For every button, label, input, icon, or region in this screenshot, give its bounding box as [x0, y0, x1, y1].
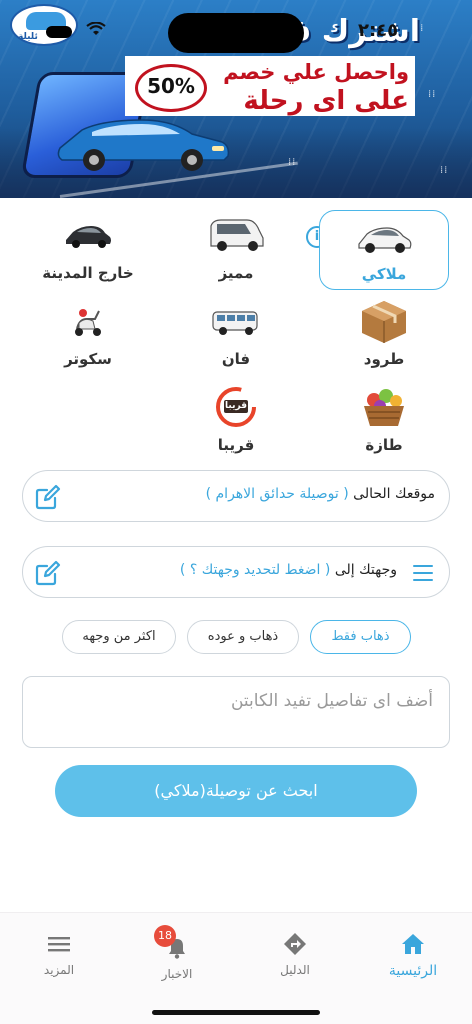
- edit-icon[interactable]: [35, 560, 61, 586]
- service-label: طازة: [365, 436, 403, 454]
- service-label: قريبا: [217, 436, 255, 454]
- promo-line-1: واحصل علي خصم: [223, 60, 409, 84]
- service-label: سكوتر: [64, 350, 112, 368]
- status-time: ٢:٤٥: [358, 20, 399, 41]
- destination-text: وجهتك إلى ( اضغط لتحديد وجهتك ؟ ): [180, 562, 397, 578]
- service-label: طرود: [363, 350, 405, 368]
- service-van[interactable]: فان: [170, 298, 302, 378]
- service-label: مميز: [218, 264, 254, 282]
- nav-label: الرئيسية: [388, 963, 438, 979]
- current-location-field[interactable]: موقعك الحالى ( توصيلة حدائق الاهرام ): [22, 470, 450, 522]
- service-label: ملاكي: [361, 265, 407, 283]
- bottom-navigation: الرئيسية الدليل الاخبار المزيد: [0, 912, 472, 1024]
- destination-field[interactable]: وجهتك إلى ( اضغط لتحديد وجهتك ؟ ): [22, 546, 450, 598]
- trip-type-round-trip[interactable]: ذهاب و عوده: [187, 620, 299, 654]
- logo-text: ئليلة: [18, 32, 38, 42]
- trip-type-multi-stop[interactable]: اكثر من وجهه: [62, 620, 176, 654]
- current-location-value: ( توصيلة حدائق الاهرام ): [205, 486, 349, 502]
- service-label: فان: [221, 350, 251, 368]
- decor-dots: ⁞⁞: [428, 89, 437, 100]
- decor-dots: ⁞⁞: [288, 157, 297, 168]
- menu-icon: [48, 937, 70, 952]
- vegetable-basket-icon: [364, 389, 404, 426]
- sedan-car-icon: [358, 227, 412, 253]
- news-count-badge: 18: [154, 925, 176, 947]
- promo-line-2: على اى رحلة: [243, 86, 409, 116]
- home-icon: [402, 934, 424, 954]
- parcel-box-icon: [362, 301, 406, 343]
- minibus-icon: [212, 311, 258, 335]
- nav-label: الدليل: [280, 963, 310, 977]
- nav-label: الاخبار: [161, 967, 193, 981]
- service-parcels[interactable]: طرود: [318, 298, 450, 378]
- coming-soon-icon-text: قريبا: [225, 400, 247, 411]
- directions-icon: [284, 933, 306, 955]
- service-coming-soon[interactable]: قريبا قريبا: [170, 384, 302, 464]
- blue-car-illustration: [57, 119, 230, 171]
- promo-banner[interactable]: ⁞⁞ ⁞⁞ ⁞⁞ ⁞⁞ اشترك ف... يلة ٢:٤٥ ئليلة 50…: [0, 0, 472, 198]
- nav-label: المزيد: [43, 963, 75, 977]
- service-private-car[interactable]: ملاكي: [319, 210, 449, 290]
- nav-home[interactable]: الرئيسية: [368, 931, 458, 979]
- service-label: خارج المدينة: [42, 264, 134, 282]
- menu-icon[interactable]: [413, 565, 433, 586]
- nav-guide[interactable]: الدليل: [250, 931, 340, 977]
- van-car-icon: [210, 219, 264, 251]
- trip-type-one-way[interactable]: ذهاب فقط: [310, 620, 411, 654]
- edit-icon[interactable]: [35, 484, 61, 510]
- current-location-label: موقعك الحالى: [353, 486, 435, 502]
- app-logo: ئليلة: [10, 4, 78, 46]
- scooter-icon: [75, 309, 101, 336]
- service-scooter[interactable]: سكوتر: [22, 298, 154, 378]
- nav-news[interactable]: الاخبار: [132, 935, 222, 981]
- service-premium[interactable]: مميز: [170, 212, 302, 292]
- destination-value: ( اضغط لتحديد وجهتك ؟ ): [179, 562, 331, 578]
- camera-notch: [168, 13, 304, 53]
- captain-notes-input[interactable]: [22, 676, 450, 748]
- discount-percent: 50%: [147, 74, 195, 98]
- wifi-icon: [86, 22, 106, 35]
- service-out-of-city[interactable]: خارج المدينة: [22, 212, 154, 292]
- home-indicator[interactable]: [152, 1010, 320, 1015]
- service-fresh[interactable]: طازة: [318, 384, 450, 464]
- nav-more[interactable]: المزيد: [14, 931, 104, 977]
- dark-sedan-icon: [66, 226, 111, 248]
- destination-label: وجهتك إلى: [334, 562, 397, 578]
- search-ride-button[interactable]: ابحث عن توصيلة(ملاكي): [55, 765, 417, 817]
- status-indicator-pill: [46, 26, 72, 38]
- decor-dots: ⁞⁞: [440, 165, 449, 176]
- promo-box: 50% واحصل علي خصم على اى رحلة: [125, 56, 415, 116]
- current-location-text: موقعك الحالى ( توصيلة حدائق الاهرام ): [206, 486, 435, 502]
